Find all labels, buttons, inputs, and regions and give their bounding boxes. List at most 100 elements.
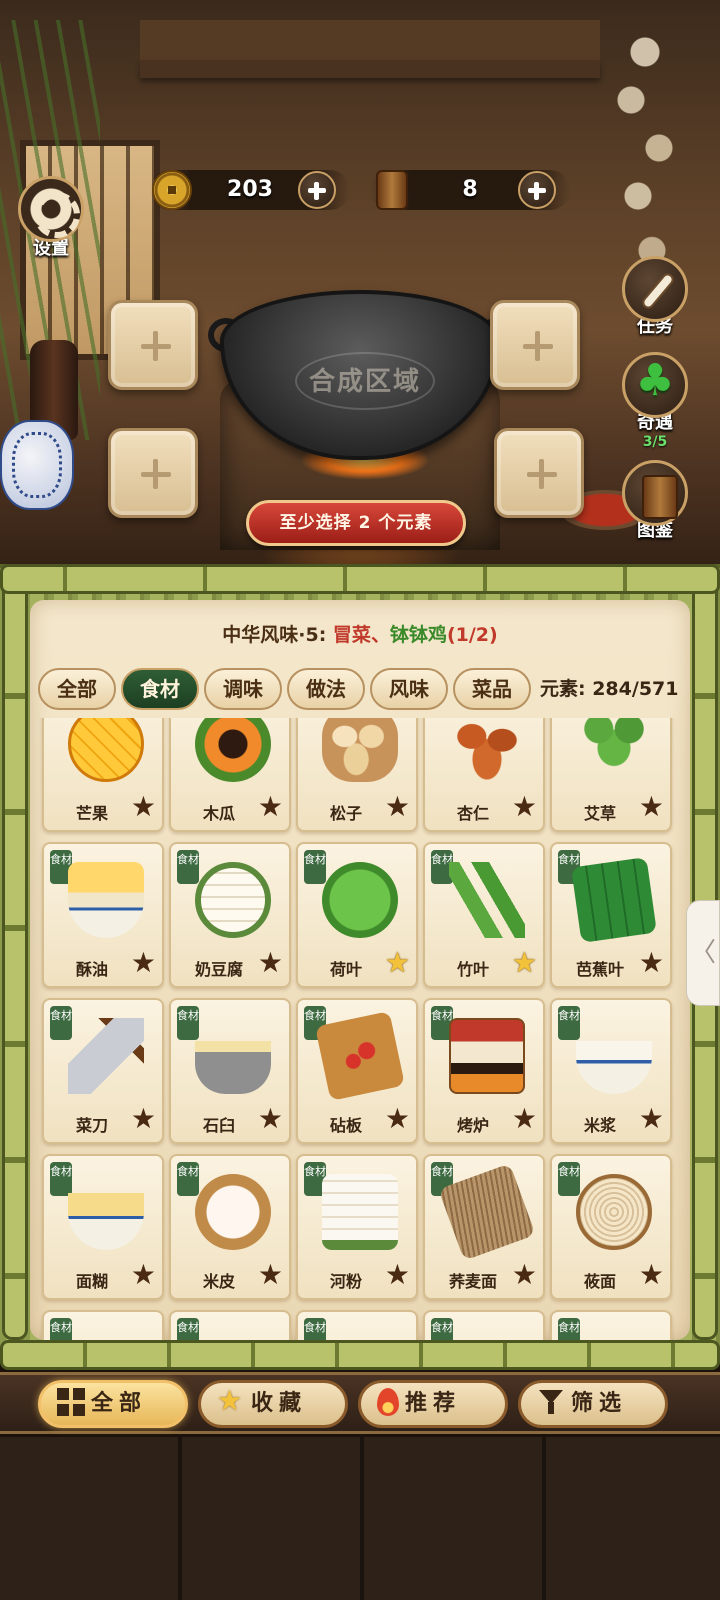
ingredient-name: 松子 xyxy=(329,804,362,823)
recipe-goal-prefix: 中华风味·5: xyxy=(222,624,333,646)
ingredient-card[interactable]: 食材 奶豆腐 ★ xyxy=(169,842,291,988)
star-icon[interactable]: ★ xyxy=(385,1260,410,1290)
coin-icon xyxy=(152,170,192,210)
nav-button-4[interactable]: 筛选 xyxy=(518,1380,668,1428)
ingredient-slot-1[interactable] xyxy=(108,300,198,390)
book-counter: 8 xyxy=(370,170,570,210)
ingredient-name: 奶豆腐 xyxy=(194,960,243,979)
ingredient-name: 荷叶 xyxy=(329,960,362,979)
ingredient-card[interactable]: 木瓜 ★ xyxy=(169,718,291,832)
ingredient-image xyxy=(68,1018,144,1094)
ingredient-card[interactable]: 食材 菜刀 ★ xyxy=(42,998,164,1144)
ingredient-image xyxy=(195,1018,271,1094)
ingredient-image xyxy=(322,1174,398,1250)
ingredient-image xyxy=(68,1174,144,1250)
scroll-icon xyxy=(622,256,688,322)
nav-label: 全部 xyxy=(91,1391,148,1416)
star-icon[interactable]: ★ xyxy=(258,792,283,822)
favorite-star-icon[interactable]: ★ xyxy=(512,948,537,978)
book-value: 8 xyxy=(462,177,478,202)
fire-icon xyxy=(377,1388,399,1416)
ingredient-tag: 食材 xyxy=(558,1162,580,1196)
star-icon[interactable]: ★ xyxy=(258,1260,283,1290)
star-icon[interactable]: ★ xyxy=(131,1260,156,1290)
star-icon[interactable]: ★ xyxy=(385,792,410,822)
encounter-button[interactable]: 奇遇 3/5 xyxy=(620,352,690,450)
clover-icon xyxy=(622,352,688,418)
star-icon[interactable]: ★ xyxy=(131,792,156,822)
elements-count: 元素: 284/571 xyxy=(540,678,679,700)
ingredient-slot-3[interactable] xyxy=(108,428,198,518)
ingredient-card[interactable]: 松子 ★ xyxy=(296,718,418,832)
ingredient-name: 石臼 xyxy=(202,1116,235,1135)
nav-button-3[interactable]: 推荐 xyxy=(358,1380,508,1428)
book-icon xyxy=(622,460,688,526)
ingredient-image xyxy=(449,718,525,782)
ingredient-card[interactable]: 艾草 ★ xyxy=(550,718,672,832)
ingredient-name: 莜面 xyxy=(583,1272,616,1291)
nav-button-2[interactable]: 收藏 xyxy=(198,1380,348,1428)
ingredient-image xyxy=(195,862,271,938)
ingredient-card[interactable]: 食材 石臼 ★ xyxy=(169,998,291,1144)
tab-3[interactable]: 调味 xyxy=(204,668,282,710)
star-icon[interactable]: ★ xyxy=(131,1104,156,1134)
star-icon[interactable]: ★ xyxy=(639,948,664,978)
gear-icon xyxy=(18,176,84,242)
add-books-button[interactable] xyxy=(518,171,556,209)
ingredient-image xyxy=(68,862,144,938)
ingredient-card[interactable]: 食材 烤炉 ★ xyxy=(423,998,545,1144)
star-icon[interactable]: ★ xyxy=(512,1104,537,1134)
ingredient-card[interactable]: 食材 酥油 ★ xyxy=(42,842,164,988)
codex-button[interactable]: 图鉴 xyxy=(620,460,690,542)
tab-2[interactable]: 食材 xyxy=(121,668,199,710)
star-icon[interactable]: ★ xyxy=(639,1104,664,1134)
ingredient-card[interactable]: 杏仁 ★ xyxy=(423,718,545,832)
ingredient-slot-4[interactable] xyxy=(494,428,584,518)
star-icon[interactable]: ★ xyxy=(385,1104,410,1134)
task-button[interactable]: 任务 xyxy=(620,256,690,338)
star-icon[interactable]: ★ xyxy=(639,792,664,822)
ingredient-card[interactable]: 食材 米皮 ★ xyxy=(169,1154,291,1300)
ingredient-name: 面糊 xyxy=(75,1272,108,1291)
tab-5[interactable]: 风味 xyxy=(370,668,448,710)
ingredient-name: 米皮 xyxy=(202,1272,235,1291)
star-icon[interactable]: ★ xyxy=(258,1104,283,1134)
ingredient-tag: 食材 xyxy=(304,850,326,884)
tab-4[interactable]: 做法 xyxy=(287,668,365,710)
nav-label: 推荐 xyxy=(405,1391,462,1416)
ingredient-slot-2[interactable] xyxy=(490,300,580,390)
add-coins-button[interactable] xyxy=(298,171,336,209)
side-drawer-handle[interactable]: 〈 xyxy=(686,900,720,1006)
ingredient-card[interactable]: 食材 米浆 ★ xyxy=(550,998,672,1144)
ingredient-card[interactable]: 食材 砧板 ★ xyxy=(296,998,418,1144)
ingredient-name: 杏仁 xyxy=(456,804,489,823)
ingredient-image xyxy=(449,862,525,938)
star-icon[interactable]: ★ xyxy=(512,792,537,822)
star-icon[interactable]: ★ xyxy=(512,1260,537,1290)
ingredient-name: 米浆 xyxy=(583,1116,616,1135)
ingredient-image xyxy=(449,1018,525,1094)
ingredient-image xyxy=(322,862,398,938)
ingredient-card[interactable]: 食材 面糊 ★ xyxy=(42,1154,164,1300)
nav-button-1[interactable]: 全部 xyxy=(38,1380,188,1428)
coin-value: 203 xyxy=(227,177,273,202)
star-icon[interactable]: ★ xyxy=(131,948,156,978)
settings-button[interactable]: 设置 xyxy=(16,176,86,262)
ingredient-card[interactable]: 食材莜面 ★ xyxy=(550,1154,672,1300)
select-hint-banner[interactable]: 至少选择 2 个元素 xyxy=(246,500,466,546)
ingredient-grid-viewport[interactable]: 芒果 ★ 木瓜 ★ 松子 ★ 杏仁 ★ 艾草 ★ 食材 酥油 ★ 食材 奶豆腐 ★ 食材 荷叶 ★ 食材 竹叶 ★ 食材 芭蕉… xyxy=(38,718,686,1354)
star-icon[interactable]: ★ xyxy=(258,948,283,978)
tab-1[interactable]: 全部 xyxy=(38,668,116,710)
ingredient-name: 河粉 xyxy=(329,1272,362,1291)
ingredient-card[interactable]: 食材 荞麦面 ★ xyxy=(423,1154,545,1300)
ingredient-card[interactable]: 食材 芭蕉叶 ★ xyxy=(550,842,672,988)
ingredient-name: 菜刀 xyxy=(75,1116,108,1135)
ingredient-image xyxy=(576,1174,652,1250)
ingredient-card[interactable]: 食材荷叶 ★ xyxy=(296,842,418,988)
favorite-star-icon[interactable]: ★ xyxy=(385,948,410,978)
ingredient-card[interactable]: 芒果 ★ xyxy=(42,718,164,832)
tab-6[interactable]: 菜品 xyxy=(453,668,531,710)
ingredient-card[interactable]: 食材 竹叶 ★ xyxy=(423,842,545,988)
star-icon[interactable]: ★ xyxy=(639,1260,664,1290)
ingredient-card[interactable]: 食材 河粉 ★ xyxy=(296,1154,418,1300)
